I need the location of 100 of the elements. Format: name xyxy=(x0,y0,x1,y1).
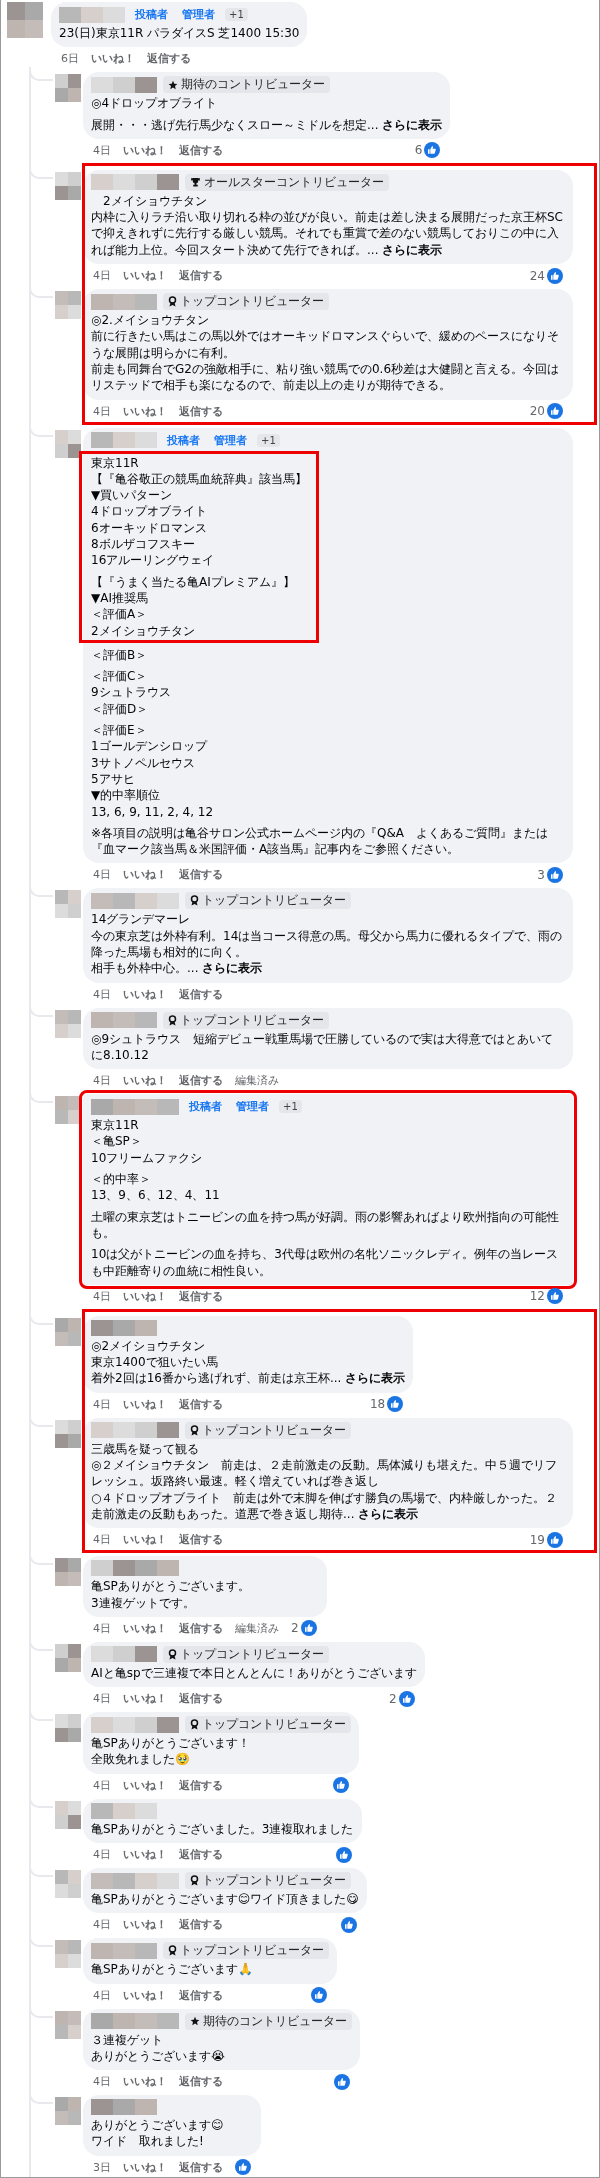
reply-button[interactable]: 返信する xyxy=(179,986,223,1002)
like-button[interactable]: いいね！ xyxy=(91,51,135,67)
like-button[interactable]: いいね！ xyxy=(123,1396,167,1412)
like-icon[interactable] xyxy=(334,2073,350,2090)
like-icon[interactable] xyxy=(333,1777,349,1794)
avatar[interactable] xyxy=(55,1558,81,1587)
like-button[interactable]: いいね！ xyxy=(123,403,167,419)
avatar[interactable] xyxy=(55,2097,81,2126)
reply-button[interactable]: 返信する xyxy=(179,1987,223,2003)
like-button[interactable]: いいね！ xyxy=(123,2074,167,2090)
reply-button[interactable]: 返信する xyxy=(179,1620,223,1636)
medal-icon xyxy=(190,1719,199,1731)
like-button[interactable]: いいね！ xyxy=(123,986,167,1002)
reply-button[interactable]: 返信する xyxy=(179,1288,223,1304)
like-button[interactable]: いいね！ xyxy=(123,2159,167,2175)
blurred-name[interactable] xyxy=(91,1560,179,1577)
role-label: 管理者 xyxy=(213,432,248,449)
reply-button[interactable]: 返信する xyxy=(179,1396,223,1412)
blurred-name[interactable] xyxy=(91,1942,157,1959)
avatar[interactable] xyxy=(55,1643,81,1672)
avatar[interactable] xyxy=(55,1096,81,1125)
blurred-name[interactable] xyxy=(91,892,179,909)
see-more-link[interactable]: さらに表示 xyxy=(202,961,263,976)
like-button[interactable]: いいね！ xyxy=(123,1847,167,1862)
see-more-link[interactable]: さらに表示 xyxy=(358,1506,419,1521)
comment-date: 6日 xyxy=(61,51,79,67)
like-button[interactable]: いいね！ xyxy=(123,1917,167,1933)
comment-text: 東京11R xyxy=(91,454,140,471)
blurred-name[interactable] xyxy=(91,2099,157,2116)
like-icon[interactable] xyxy=(547,1531,563,1548)
like-icon[interactable] xyxy=(340,1916,357,1933)
blurred-name[interactable] xyxy=(91,1319,157,1336)
like-icon[interactable] xyxy=(300,1620,317,1637)
reply-button[interactable]: 返信する xyxy=(179,1917,223,1933)
comment-text: ＜評価B＞ xyxy=(91,646,149,664)
comment-date: 4日 xyxy=(93,1917,111,1933)
avatar[interactable] xyxy=(55,291,81,320)
avatar[interactable] xyxy=(55,171,81,200)
avatar[interactable] xyxy=(55,1419,81,1448)
avatar[interactable] xyxy=(55,74,81,103)
like-button[interactable]: いいね！ xyxy=(123,142,167,158)
like-icon[interactable] xyxy=(235,2159,251,2176)
reply-button[interactable]: 返信する xyxy=(179,403,223,419)
blurred-name[interactable] xyxy=(91,293,157,310)
reply-button[interactable]: 返信する xyxy=(147,51,191,67)
role-label: 投稿者 xyxy=(134,7,169,23)
avatar[interactable] xyxy=(55,2010,81,2039)
reply-button[interactable]: 返信する xyxy=(179,867,223,883)
like-button[interactable]: いいね！ xyxy=(123,268,167,284)
like-icon[interactable] xyxy=(398,1690,415,1707)
reply-button[interactable]: 返信する xyxy=(179,142,223,158)
blurred-name[interactable] xyxy=(91,1012,157,1029)
like-button[interactable]: いいね！ xyxy=(123,1777,167,1793)
avatar[interactable] xyxy=(55,1009,81,1038)
like-button[interactable]: いいね！ xyxy=(123,867,167,883)
blurred-name[interactable] xyxy=(91,1872,179,1889)
see-more-link[interactable]: さらに表示 xyxy=(382,242,443,257)
reply-button[interactable]: 返信する xyxy=(179,1532,223,1548)
see-more-link[interactable]: さらに表示 xyxy=(382,117,443,132)
like-icon[interactable] xyxy=(424,142,441,159)
blurred-name[interactable] xyxy=(59,6,125,23)
blurred-name[interactable] xyxy=(91,2013,179,2030)
see-more-link[interactable]: さらに表示 xyxy=(345,1371,406,1386)
comment-text: 亀SPありがとうございます。 xyxy=(91,1578,251,1595)
blurred-name[interactable] xyxy=(91,432,157,449)
avatar[interactable] xyxy=(55,890,81,919)
comment-text: 今の東京芝は外枠有利。14は当コース得意の馬。母父から馬力に優れるタイプで、雨の降った馬場も相対的に向く。 xyxy=(91,927,564,961)
reply-button[interactable]: 返信する xyxy=(179,268,223,284)
comment-text: 三歳馬を疑って観る xyxy=(91,1440,200,1458)
reply-button[interactable]: 返信する xyxy=(179,2074,223,2090)
blurred-name[interactable] xyxy=(91,1716,179,1733)
like-button[interactable]: いいね！ xyxy=(123,1987,167,2003)
like-icon[interactable] xyxy=(547,866,563,883)
blurred-name[interactable] xyxy=(91,1802,157,1819)
like-icon[interactable] xyxy=(547,1288,563,1305)
like-icon[interactable] xyxy=(547,403,563,420)
blurred-name[interactable] xyxy=(91,174,179,191)
avatar[interactable] xyxy=(55,1800,81,1829)
like-icon[interactable] xyxy=(335,1846,352,1863)
like-button[interactable]: いいね！ xyxy=(123,1691,167,1707)
like-icon[interactable] xyxy=(547,267,563,284)
like-button[interactable]: いいね！ xyxy=(123,1620,167,1636)
blurred-name[interactable] xyxy=(91,1646,157,1663)
reply-button[interactable]: 返信する xyxy=(179,1073,223,1089)
avatar[interactable] xyxy=(55,429,81,458)
avatar[interactable] xyxy=(55,1714,81,1743)
blurred-name[interactable] xyxy=(91,76,157,93)
avatar[interactable] xyxy=(55,1940,81,1969)
blurred-name[interactable] xyxy=(91,1422,179,1439)
avatar[interactable] xyxy=(55,1317,81,1346)
like-icon[interactable] xyxy=(311,1987,327,2004)
reply-button[interactable]: 返信する xyxy=(179,2159,223,2175)
like-button[interactable]: いいね！ xyxy=(123,1288,167,1304)
like-button[interactable]: いいね！ xyxy=(123,1073,167,1089)
like-icon[interactable] xyxy=(387,1396,404,1413)
like-button[interactable]: いいね！ xyxy=(123,1532,167,1548)
reply-button[interactable]: 返信する xyxy=(179,1691,223,1707)
reply-button[interactable]: 返信する xyxy=(179,1847,223,1862)
reply-button[interactable]: 返信する xyxy=(179,1777,223,1793)
blurred-name[interactable] xyxy=(91,1098,179,1115)
